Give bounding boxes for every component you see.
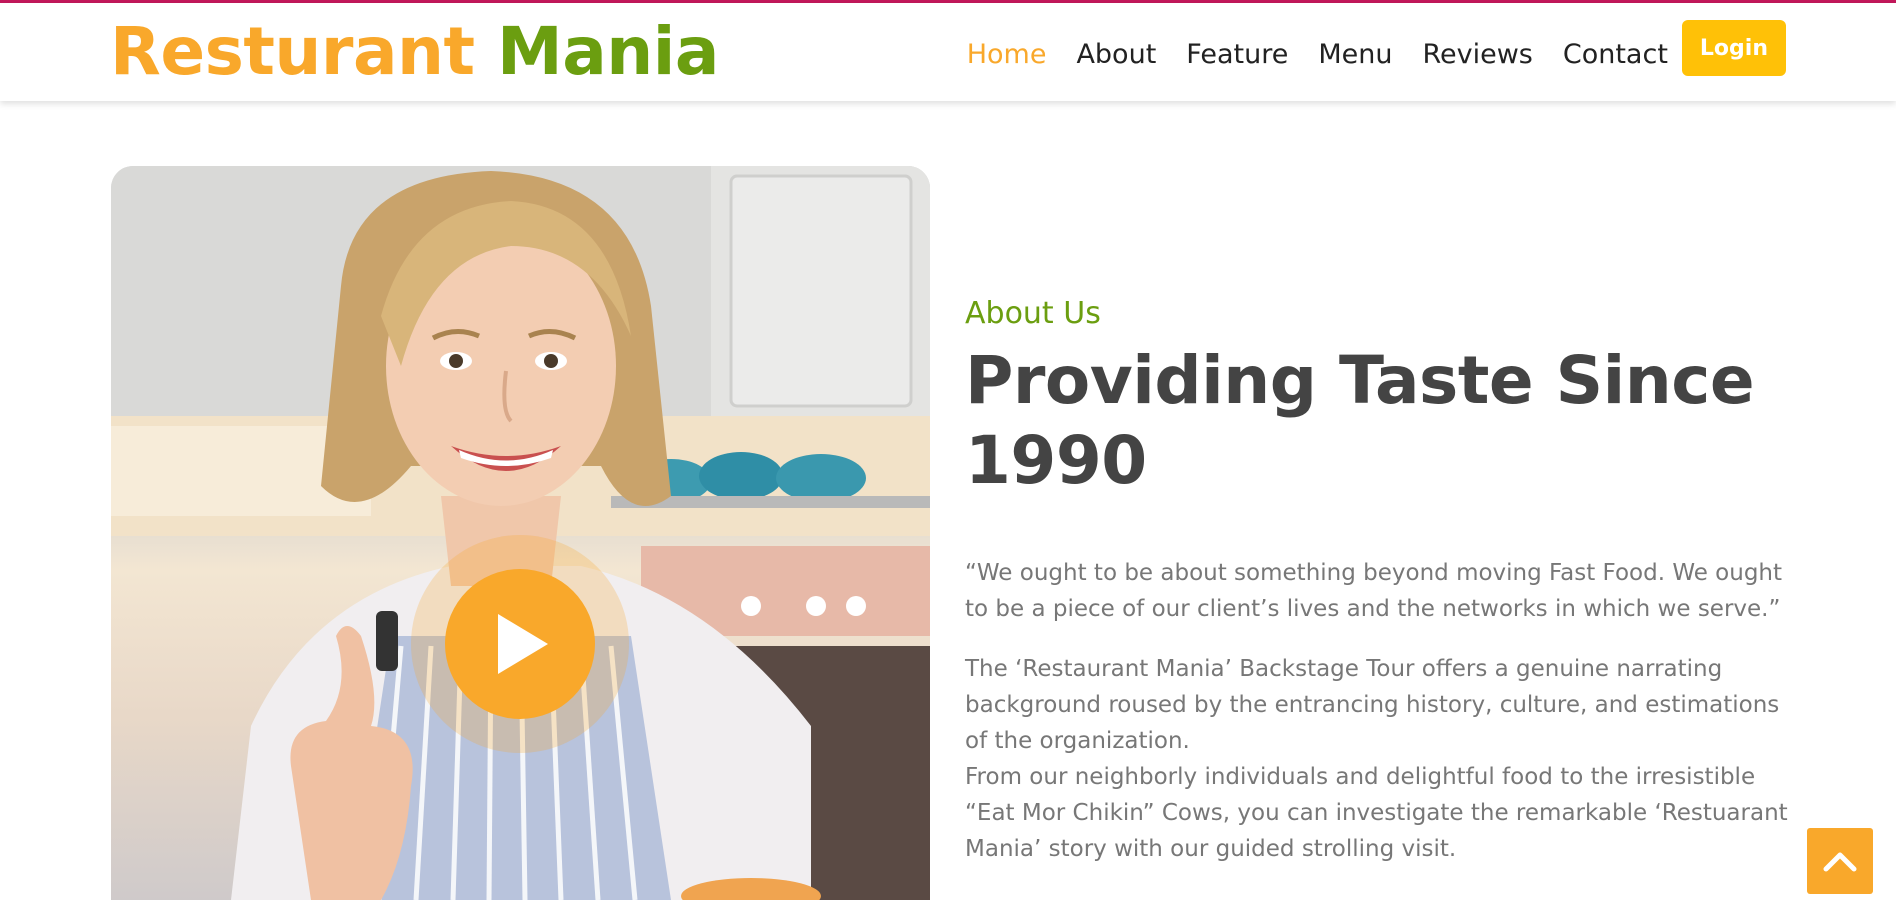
chevron-up-icon	[1823, 852, 1857, 872]
nav-menu[interactable]: Menu	[1318, 19, 1392, 91]
nav-feature[interactable]: Feature	[1186, 19, 1288, 91]
brand-name-part1: Resturant	[110, 13, 475, 90]
about-description-1: The ‘Restaurant Mania’ Backstage Tour of…	[965, 656, 1780, 754]
video-play-halo	[411, 535, 629, 753]
nav-reviews[interactable]: Reviews	[1422, 19, 1532, 91]
about-section: About Us Providing Taste Since 1990 “We …	[965, 296, 1795, 867]
about-title: Providing Taste Since 1990	[965, 342, 1755, 499]
main-nav: Home About Feature Menu Reviews Contact …	[937, 19, 1786, 91]
play-icon	[498, 614, 548, 674]
brand-name-part2: Mania	[497, 13, 719, 90]
login-button[interactable]: Login	[1681, 20, 1786, 76]
nav-about[interactable]: About	[1076, 19, 1156, 91]
nav-home[interactable]: Home	[967, 19, 1047, 91]
brand-logo[interactable]: Resturant Mania	[110, 13, 719, 90]
chef-illustration	[111, 166, 930, 900]
scroll-to-top-button[interactable]	[1807, 828, 1873, 894]
video-play-button[interactable]	[445, 569, 595, 719]
site-header: Resturant Mania Home About Feature Menu …	[0, 3, 1896, 101]
about-label: About Us	[965, 296, 1101, 331]
hero-image	[111, 166, 930, 900]
nav-contact[interactable]: Contact	[1563, 19, 1668, 91]
about-description-2: From our neighborly individuals and deli…	[965, 764, 1788, 862]
about-quote: “We ought to be about something beyond m…	[965, 560, 1783, 622]
